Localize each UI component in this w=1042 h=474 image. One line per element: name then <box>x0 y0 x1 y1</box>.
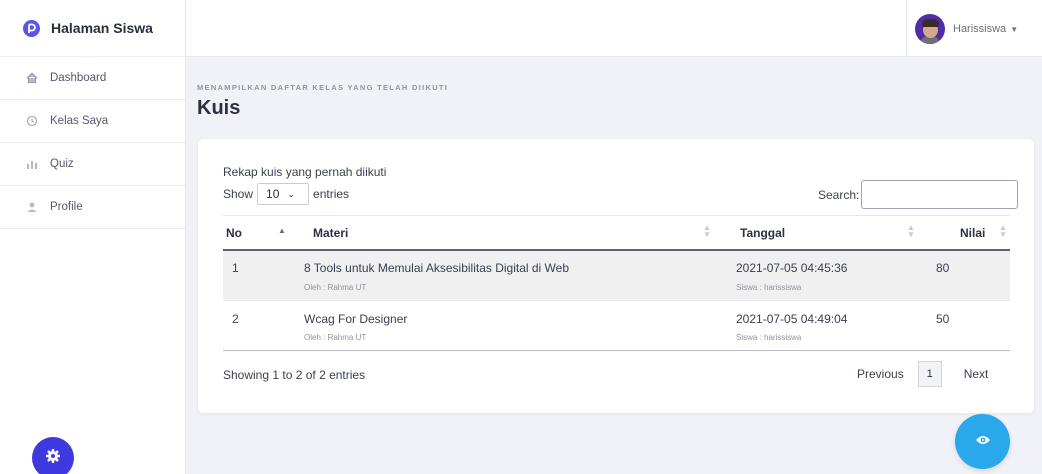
cell-nilai: 50 <box>936 312 950 326</box>
view-button[interactable] <box>955 414 1010 469</box>
next-button[interactable]: Next <box>964 367 989 381</box>
brand-name: Halaman Siswa <box>51 20 153 36</box>
sidebar-item-quiz[interactable]: Quiz <box>0 143 185 186</box>
previous-button[interactable]: Previous <box>857 367 904 381</box>
search-input[interactable] <box>861 180 1019 209</box>
history-icon <box>25 114 39 128</box>
search-label: Search: <box>818 187 860 202</box>
sidebar-item-label: Quiz <box>50 158 74 170</box>
sidebar: Halaman Siswa Dashboard Kelas Saya Quiz … <box>0 0 186 474</box>
cell-no: 2 <box>232 312 239 326</box>
cell-tanggal: 2021-07-05 04:45:36 <box>736 261 848 275</box>
entries-select[interactable]: 10 ⌄ <box>257 183 310 205</box>
table-row[interactable]: 1 8 Tools untuk Memulai Aksesibilitas Di… <box>223 251 1010 301</box>
card-title: Rekap kuis yang pernah diikuti <box>223 165 387 179</box>
brand-logo-icon <box>23 19 40 37</box>
sidebar-item-label: Kelas Saya <box>50 115 109 127</box>
home-icon <box>25 71 39 85</box>
table-header: No ▲ Materi ▲ ▼ Tanggal ▲ ▼ Nilai ▲ ▼ <box>223 215 1010 251</box>
cell-no: 1 <box>232 261 239 275</box>
entries-select-value: 10 <box>266 187 280 201</box>
cell-oleh: Oleh : Rahma UT <box>304 333 367 342</box>
column-header-tanggal[interactable]: Tanggal ▲ ▼ <box>740 216 940 250</box>
cell-materi: Wcag For Designer <box>304 312 408 326</box>
sidebar-item-label: Profile <box>50 201 83 213</box>
quiz-table: No ▲ Materi ▲ ▼ Tanggal ▲ ▼ Nilai ▲ ▼ 1 8 T… <box>223 215 1010 351</box>
column-header-materi[interactable]: Materi ▲ ▼ <box>313 216 733 250</box>
brand[interactable]: Halaman Siswa <box>0 0 185 57</box>
cell-oleh: Oleh : Rahma UT <box>304 283 367 292</box>
cell-siswa: Siswa : harissiswa <box>736 283 802 292</box>
eye-icon <box>975 433 991 451</box>
user-menu[interactable]: Harissiswa ▼ <box>915 14 1018 44</box>
gear-icon <box>45 448 61 469</box>
table-info: Showing 1 to 2 of 2 entries <box>223 368 366 382</box>
page-title: Kuis <box>197 97 241 119</box>
bar-chart-icon <box>25 157 39 171</box>
sidebar-item-dashboard[interactable]: Dashboard <box>0 57 185 100</box>
column-header-no[interactable]: No ▲ <box>226 216 296 250</box>
column-header-nilai[interactable]: Nilai ▲ ▼ <box>936 216 1010 250</box>
entries-length-control: Show 10 ⌄ entries <box>223 183 349 205</box>
entries-label: entries <box>313 187 350 201</box>
chevron-down-icon: ⌄ <box>287 188 295 199</box>
page-kicker: MENAMPILKAN DAFTAR KELAS YANG TELAH DIIK… <box>197 83 449 92</box>
sidebar-item-label: Dashboard <box>50 72 107 84</box>
topbar-divider <box>906 0 907 57</box>
cell-tanggal: 2021-07-05 04:49:04 <box>736 312 848 326</box>
sort-icon: ▲ ▼ <box>907 223 915 239</box>
avatar <box>915 14 945 44</box>
cell-materi: 8 Tools untuk Memulai Aksesibilitas Digi… <box>304 261 570 275</box>
quiz-card: Rekap kuis yang pernah diikuti Show 10 ⌄… <box>198 139 1034 413</box>
user-name: Harissiswa <box>953 23 1007 35</box>
settings-button[interactable] <box>32 437 74 474</box>
user-icon <box>25 200 39 214</box>
search-control: Search: <box>818 180 1019 209</box>
pagination: Previous 1 Next <box>857 361 988 387</box>
page-button-1[interactable]: 1 <box>917 361 942 387</box>
show-label: Show <box>223 187 254 201</box>
sidebar-item-profile[interactable]: Profile <box>0 186 185 229</box>
sort-icon: ▲ ▼ <box>703 223 711 239</box>
table-row[interactable]: 2 Wcag For Designer Oleh : Rahma UT 2021… <box>223 301 1010 351</box>
cell-siswa: Siswa : harissiswa <box>736 333 802 342</box>
sort-icon: ▲ ▼ <box>999 223 1007 239</box>
sort-asc-icon: ▲ <box>278 226 286 235</box>
caret-down-icon: ▼ <box>1010 24 1019 34</box>
sidebar-item-kelas-saya[interactable]: Kelas Saya <box>0 100 185 143</box>
cell-nilai: 80 <box>936 261 950 275</box>
topbar: Harissiswa ▼ <box>186 0 1042 57</box>
